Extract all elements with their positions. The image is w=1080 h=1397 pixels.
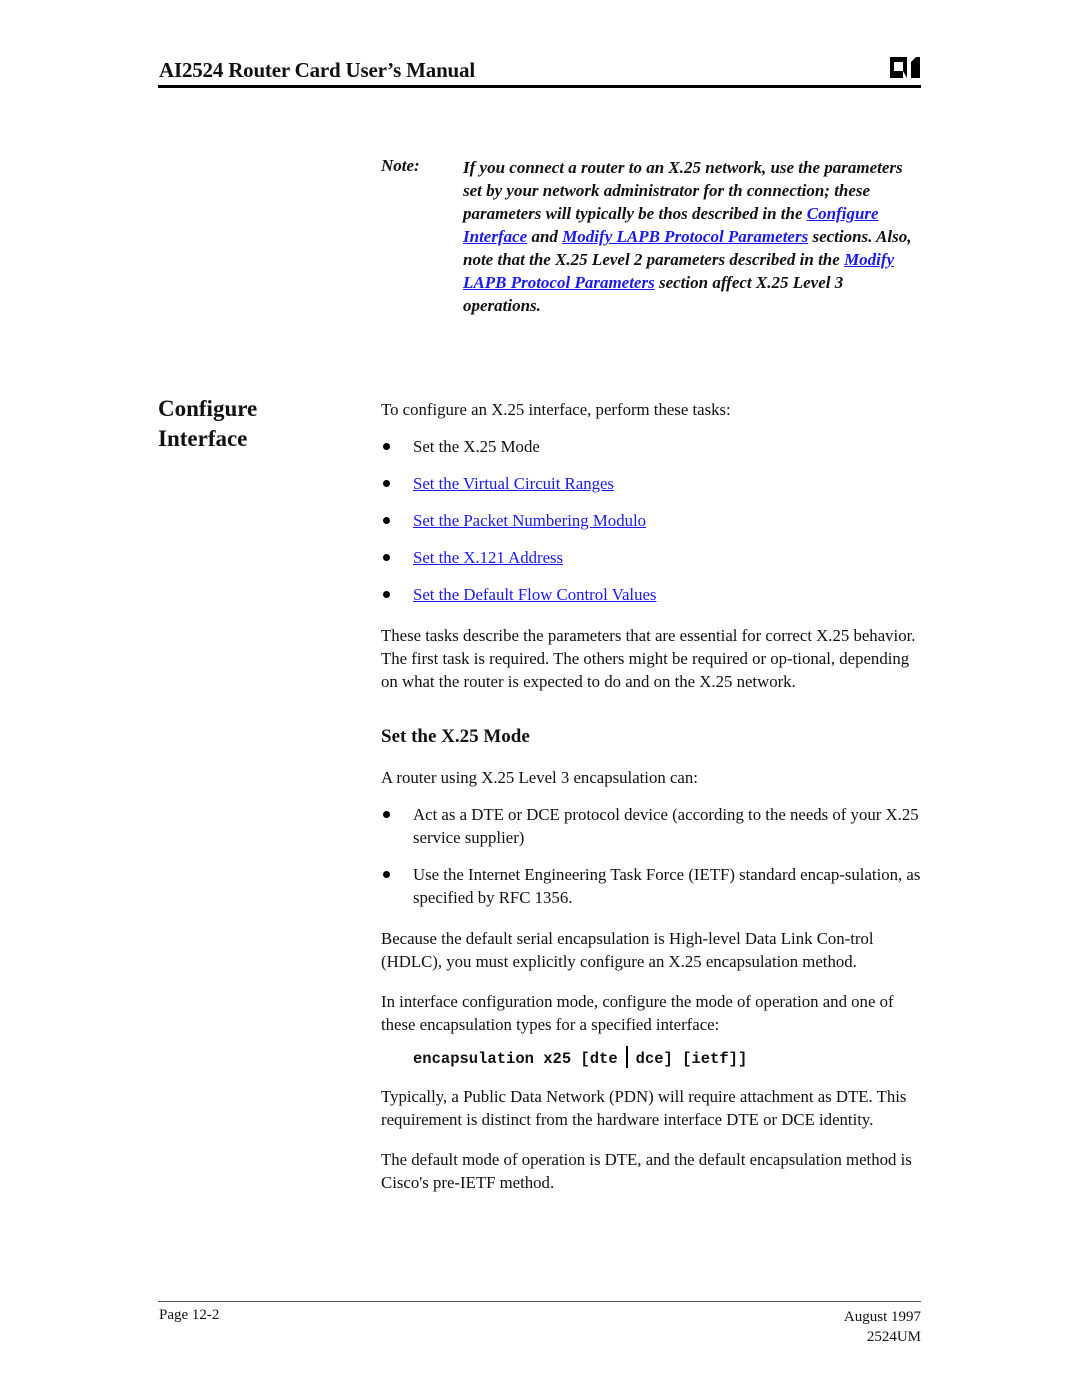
footer-meta: August 1997 2524UM (844, 1307, 921, 1347)
section-heading-line: Configure (158, 396, 258, 421)
pipe-separator (625, 1046, 628, 1068)
bullet-icon (383, 480, 390, 487)
capability-list: Act as a DTE or DCE protocol device (acc… (381, 803, 926, 909)
capability-item: Use the Internet Engineering Task Force … (381, 863, 926, 909)
task-list: Set the X.25 Mode Set the Virtual Circui… (381, 435, 926, 606)
bullet-icon (383, 443, 390, 450)
task-item: Set the Default Flow Control Values (381, 583, 926, 606)
paragraph: In interface configuration mode, configu… (381, 992, 894, 1034)
bullet-icon (383, 517, 390, 524)
task-link-default-flow-control[interactable]: Set the Default Flow Control Values (413, 585, 656, 604)
section-body: To configure an X.25 interface, perform … (381, 398, 926, 1194)
header-divider (158, 85, 921, 88)
footer-divider (158, 1301, 921, 1302)
task-item: Set the Virtual Circuit Ranges (381, 472, 926, 495)
note-label: Note: (381, 156, 420, 175)
task-item: Set the X.121 Address (381, 546, 926, 569)
task-link-x121-address[interactable]: Set the X.121 Address (413, 548, 563, 567)
paragraph: Because the default serial encapsulation… (381, 929, 874, 971)
subsection-intro: A router using X.25 Level 3 encapsulatio… (381, 768, 698, 787)
note-text: and (527, 227, 563, 246)
bullet-icon (383, 811, 390, 818)
task-link-virtual-circuit-ranges[interactable]: Set the Virtual Circuit Ranges (413, 474, 614, 493)
tasks-description: These tasks describe the parameters that… (381, 626, 916, 691)
paragraph: The default mode of operation is DTE, an… (381, 1150, 912, 1192)
manual-title: AI2524 Router Card User’s Manual (159, 58, 475, 82)
modify-lapb-link[interactable]: Modify LAPB Protocol Parameters (562, 227, 808, 246)
bullet-icon (383, 871, 390, 878)
task-label: Set the X.25 Mode (413, 437, 540, 456)
section-heading: Configure Interface (158, 394, 257, 454)
section-heading-line: Interface (158, 426, 248, 451)
command-syntax: encapsulation x25 [dte dce] [ietf]] (381, 1046, 926, 1071)
task-item: Set the Packet Numbering Modulo (381, 509, 926, 532)
capability-text: Use the Internet Engineering Task Force … (413, 865, 921, 907)
task-item: Set the X.25 Mode (381, 435, 926, 458)
bullet-icon (383, 591, 390, 598)
note-body: If you connect a router to an X.25 netwo… (463, 156, 923, 317)
footer-date: August 1997 (843, 1309, 921, 1325)
section-intro: To configure an X.25 interface, perform … (381, 400, 731, 419)
footer-doc-id: 2524UM (866, 1329, 921, 1345)
subsection-heading: Set the X.25 Mode (381, 726, 530, 747)
task-link-packet-numbering-modulo[interactable]: Set the Packet Numbering Modulo (413, 511, 646, 530)
capability-item: Act as a DTE or DCE protocol device (acc… (381, 803, 926, 849)
command-text: encapsulation x25 [dte (413, 1050, 618, 1068)
page-number: Page 12-2 (159, 1307, 220, 1323)
command-text: dce] [ietf]] (635, 1050, 748, 1068)
bullet-icon (383, 554, 390, 561)
ai-company-logo-icon (890, 57, 920, 78)
paragraph: Typically, a Public Data Network (PDN) w… (381, 1087, 907, 1129)
capability-text: Act as a DTE or DCE protocol device (acc… (413, 805, 919, 847)
